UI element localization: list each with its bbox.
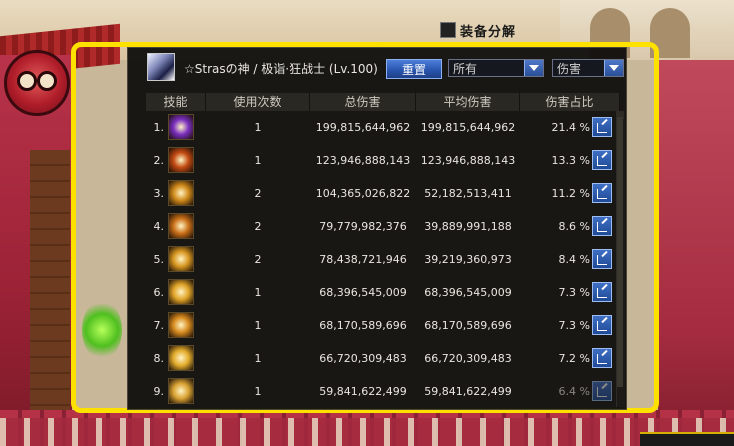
row-rank: 6.: [153, 286, 165, 299]
row-uses: 2: [254, 187, 262, 200]
row-total-damage: 123,946,888,143: [315, 154, 411, 167]
skill-icon: [168, 213, 194, 239]
row-damage-share: 6.4 %: [558, 385, 590, 398]
row-uses: 1: [254, 319, 262, 332]
row-rank: 7.: [153, 319, 165, 332]
row-average-damage: 68,170,589,696: [424, 319, 512, 332]
row-uses: 1: [254, 286, 262, 299]
row-damage-share: 11.2 %: [551, 187, 590, 200]
skill-icon: [168, 180, 194, 206]
row-rank: 1.: [153, 121, 165, 134]
detail-export-button[interactable]: [592, 117, 612, 137]
row-rank: 2.: [153, 154, 165, 167]
equip-dismantle-label: 装备分解: [460, 25, 517, 40]
row-uses: 2: [254, 253, 262, 266]
row-average-damage: 66,720,309,483: [424, 352, 512, 365]
column-header-damage-share: 伤害占比: [520, 93, 620, 111]
row-uses: 1: [254, 385, 262, 398]
row-average-damage: 123,946,888,143: [420, 154, 516, 167]
row-average-damage: 199,815,644,962: [420, 121, 516, 134]
row-damage-share: 21.4 %: [551, 121, 590, 134]
row-average-damage: 39,219,360,973: [424, 253, 512, 266]
detail-export-button[interactable]: [592, 216, 612, 236]
row-damage-share: 7.3 %: [558, 286, 590, 299]
row-total-damage: 79,779,982,376: [319, 220, 407, 233]
filter-select-value: 所有: [453, 62, 478, 76]
row-uses: 1: [254, 121, 262, 134]
chevron-down-icon[interactable]: [604, 60, 623, 76]
column-header-skill: 技能: [146, 93, 206, 111]
detail-export-button[interactable]: [592, 381, 612, 401]
detail-export-button[interactable]: [592, 249, 612, 269]
wooden-pillar: [30, 150, 70, 446]
row-average-damage: 68,396,545,009: [424, 286, 512, 299]
row-average-damage: 52,182,513,411: [424, 187, 512, 200]
row-damage-share: 7.2 %: [558, 352, 590, 365]
row-total-damage: 78,438,721,946: [319, 253, 407, 266]
scrollbar-thumb[interactable]: [617, 117, 623, 387]
damage-stats-panel: ☆Strasの神 / 极诣·狂战士 (Lv.100) 重置 所有 伤害 技能 使…: [127, 47, 627, 410]
detail-export-button[interactable]: [592, 282, 612, 302]
row-rank: 9.: [153, 385, 165, 398]
row-rank: 3.: [153, 187, 165, 200]
fence: [0, 418, 734, 446]
table-row: 2. 1 123,946,888,143 123,946,888,143 13.…: [128, 144, 618, 177]
row-uses: 2: [254, 220, 262, 233]
reset-button[interactable]: 重置: [386, 59, 442, 79]
row-total-damage: 199,815,644,962: [315, 121, 411, 134]
right-temple-wall: [658, 60, 734, 446]
skill-icon: [168, 246, 194, 272]
row-rank: 5.: [153, 253, 165, 266]
skill-icon: [168, 345, 194, 371]
table-row: 1. 1 199,815,644,962 199,815,644,962 21.…: [128, 111, 618, 144]
row-total-damage: 59,841,622,499: [319, 385, 407, 398]
row-total-damage: 68,396,545,009: [319, 286, 407, 299]
row-average-damage: 59,841,622,499: [424, 385, 512, 398]
row-total-damage: 104,365,026,822: [315, 187, 411, 200]
skill-icon: [168, 114, 194, 140]
detail-export-button[interactable]: [592, 315, 612, 335]
table-row: 3. 2 104,365,026,822 52,182,513,411 11.2…: [128, 177, 618, 210]
row-total-damage: 66,720,309,483: [319, 352, 407, 365]
detail-export-button[interactable]: [592, 183, 612, 203]
panel-title: ☆Strasの神 / 极诣·狂战士 (Lv.100): [184, 62, 378, 76]
row-average-damage: 39,889,991,188: [424, 220, 512, 233]
table-row: 7. 1 68,170,589,696 68,170,589,696 7.3 %: [128, 309, 618, 342]
table-row: 9. 1 59,841,622,499 59,841,622,499 6.4 %: [128, 375, 618, 408]
anvil-icon: [440, 22, 456, 38]
row-total-damage: 68,170,589,696: [319, 319, 407, 332]
skill-icon: [168, 378, 194, 404]
row-rank: 4.: [153, 220, 165, 233]
metric-select-value: 伤害: [557, 62, 582, 76]
table-row: 5. 2 78,438,721,946 39,219,360,973 8.4 %: [128, 243, 618, 276]
column-header-total-damage: 总伤害: [310, 93, 416, 111]
column-header-uses: 使用次数: [206, 93, 310, 111]
chevron-down-icon[interactable]: [524, 60, 543, 76]
column-header-average-damage: 平均伤害: [416, 93, 520, 111]
row-damage-share: 13.3 %: [551, 154, 590, 167]
row-rank: 8.: [153, 352, 165, 365]
panel-header: ☆Strasの神 / 极诣·狂战士 (Lv.100) 重置 所有 伤害: [128, 48, 626, 88]
skill-icon: [168, 312, 194, 338]
row-damage-share: 7.3 %: [558, 319, 590, 332]
detail-export-button[interactable]: [592, 348, 612, 368]
row-uses: 1: [254, 352, 262, 365]
metric-select[interactable]: 伤害: [552, 59, 624, 77]
demon-mask-ornament: [4, 50, 70, 116]
table-row: 6. 1 68,396,545,009 68,396,545,009 7.3 %: [128, 276, 618, 309]
row-damage-share: 8.6 %: [558, 220, 590, 233]
row-uses: 1: [254, 154, 262, 167]
quickslot-tray[interactable]: [640, 432, 734, 446]
equip-dismantle-button[interactable]: 装备分解: [434, 22, 522, 42]
skill-icon: [168, 279, 194, 305]
table-row: 8. 1 66,720,309,483 66,720,309,483 7.2 %: [128, 342, 618, 375]
filter-select[interactable]: 所有: [448, 59, 544, 77]
skill-icon: [168, 147, 194, 173]
detail-export-button[interactable]: [592, 150, 612, 170]
character-avatar-icon: [147, 53, 175, 81]
table-row: 4. 2 79,779,982,376 39,889,991,188 8.6 %: [128, 210, 618, 243]
row-damage-share: 8.4 %: [558, 253, 590, 266]
